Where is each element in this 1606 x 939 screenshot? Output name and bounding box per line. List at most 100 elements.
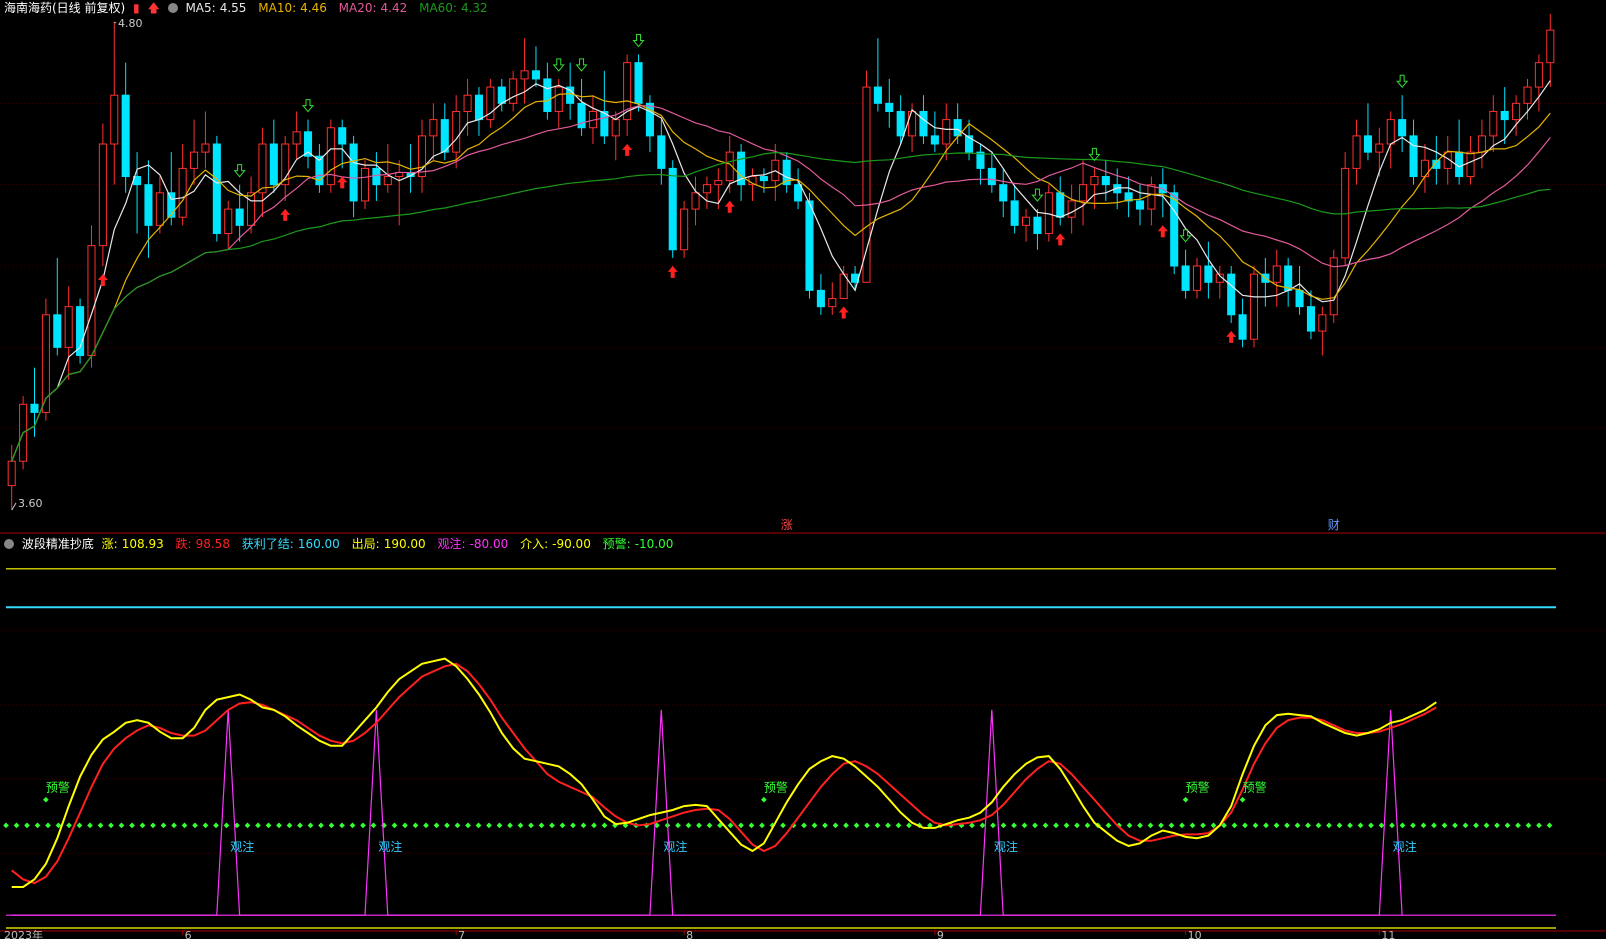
warning-level-dot [1368,822,1374,829]
warning-level-dot [528,822,534,829]
warning-level-dot [591,822,597,829]
candle-body [930,135,939,145]
warning-level-dot [801,822,807,829]
candle-body [1523,86,1532,104]
candle-body [1170,192,1179,267]
buy-arrow-icon [97,274,108,286]
warning-level-dot [853,822,860,829]
ma10-label: MA10: 4.46 [258,1,327,15]
candle-body [338,127,347,145]
stock-title: 海南海药(日线 前复权) [4,1,126,15]
warning-level-dot [580,822,587,829]
candle-body [1249,273,1259,340]
event-marker: 财 [1328,518,1340,532]
warning-level-dot [223,822,230,829]
ma-line-ma5 [11,80,1551,462]
x-month-label: 7 [458,929,465,939]
warning-level-dot [328,822,335,829]
warning-level-dot [76,822,83,829]
candle-body [1398,119,1407,137]
warning-level-dot [1431,822,1437,829]
warning-level-dot [570,822,576,829]
warning-level-dot [1284,822,1290,829]
x-year-label: 2023年 [4,928,43,939]
red-flag-icon[interactable]: ▮ [133,1,140,15]
warning-level-dot [832,822,839,829]
candle-body [474,94,484,121]
warning-level-dot [370,822,377,829]
warning-level-dot [1441,822,1448,829]
candle-body [1090,176,1099,186]
candle-body [372,167,381,186]
ma-line-ma10 [11,92,1551,462]
candle-body [429,119,438,137]
rise-line [11,657,1437,888]
warning-level-dot [318,822,324,829]
settings-dropdown-icon[interactable] [167,2,178,13]
warning-level-dot [748,822,755,829]
warning-level-dot [454,822,461,829]
warning-level-dot [1263,822,1269,829]
price-high-label: 4.80 [118,17,143,30]
watch-label: 观注 [663,839,687,854]
warning-level-dot [1336,822,1343,829]
warning-level-dot [255,822,261,829]
warning-level-dot [192,822,198,829]
sell-arrow-icon [632,34,645,48]
warning-level-dot [1273,822,1280,829]
warning-level-dot [486,822,492,829]
indicator-dropdown-icon[interactable] [4,538,14,549]
candle-body [702,184,711,194]
warning-level-dot [24,822,30,829]
candle-body [247,192,256,226]
warning-level-dot [97,822,104,829]
ma5-label: MA5: 4.55 [185,1,247,15]
candle-body [463,94,472,112]
warn-label: 预警 [46,780,70,795]
warning-level-dot [1494,822,1500,829]
warning-level-dot [885,822,891,829]
candle-body [680,208,689,251]
warning-level-dot [1326,822,1332,829]
warning-level-dot [34,822,41,829]
candle-body [1181,265,1190,291]
top-panel-legend: 海南海药(日线 前复权) ▮ 🡅 MA5: 4.55 MA10: 4.46 MA20… [4,0,496,16]
buy-arrow-icon [667,265,678,278]
buy-arrow-icon [1055,233,1066,246]
warning-level-dot [1074,822,1080,829]
warning-level-dot [811,822,818,829]
warning-level-dot [108,822,114,829]
warning-level-dot [118,822,125,829]
warning-level-dot [160,822,167,829]
warning-level-dot [139,822,146,829]
candle-body [235,208,244,226]
warning-level-dot [349,822,356,829]
candle-body [794,184,803,202]
warning-level-dot [213,822,219,829]
up-arrow-icon[interactable]: 🡅 [147,1,159,15]
warning-level-dot [685,822,692,829]
warning-level-dot [696,822,702,829]
candle-body [999,184,1008,202]
warning-level-dot [874,822,881,829]
candle-body [1546,29,1555,64]
candle-body [1477,135,1486,153]
candle-body [121,94,130,178]
warn-marker-dot [1182,796,1189,803]
warning-level-dot [1042,822,1049,829]
candle-body [1238,314,1247,340]
warning-level-dot [381,822,387,829]
warning-level-dot [1053,822,1059,829]
warning-level-dot [1200,822,1206,829]
warning-level-dot [276,822,282,829]
candle-body [1375,143,1384,153]
candle-body [543,78,552,112]
candle-body [53,314,62,348]
bottom-panel-legend: 波段精准抄底 涨: 108.93 跌: 98.58 获利了结: 160.00 出局: 1… [4,536,681,552]
candle-body [805,200,814,291]
warning-level-dot [549,822,555,829]
warn-marker-dot [761,796,767,803]
warning-level-dot [360,822,366,829]
warning-level-dot [1084,822,1091,829]
candle-body [1512,102,1521,121]
